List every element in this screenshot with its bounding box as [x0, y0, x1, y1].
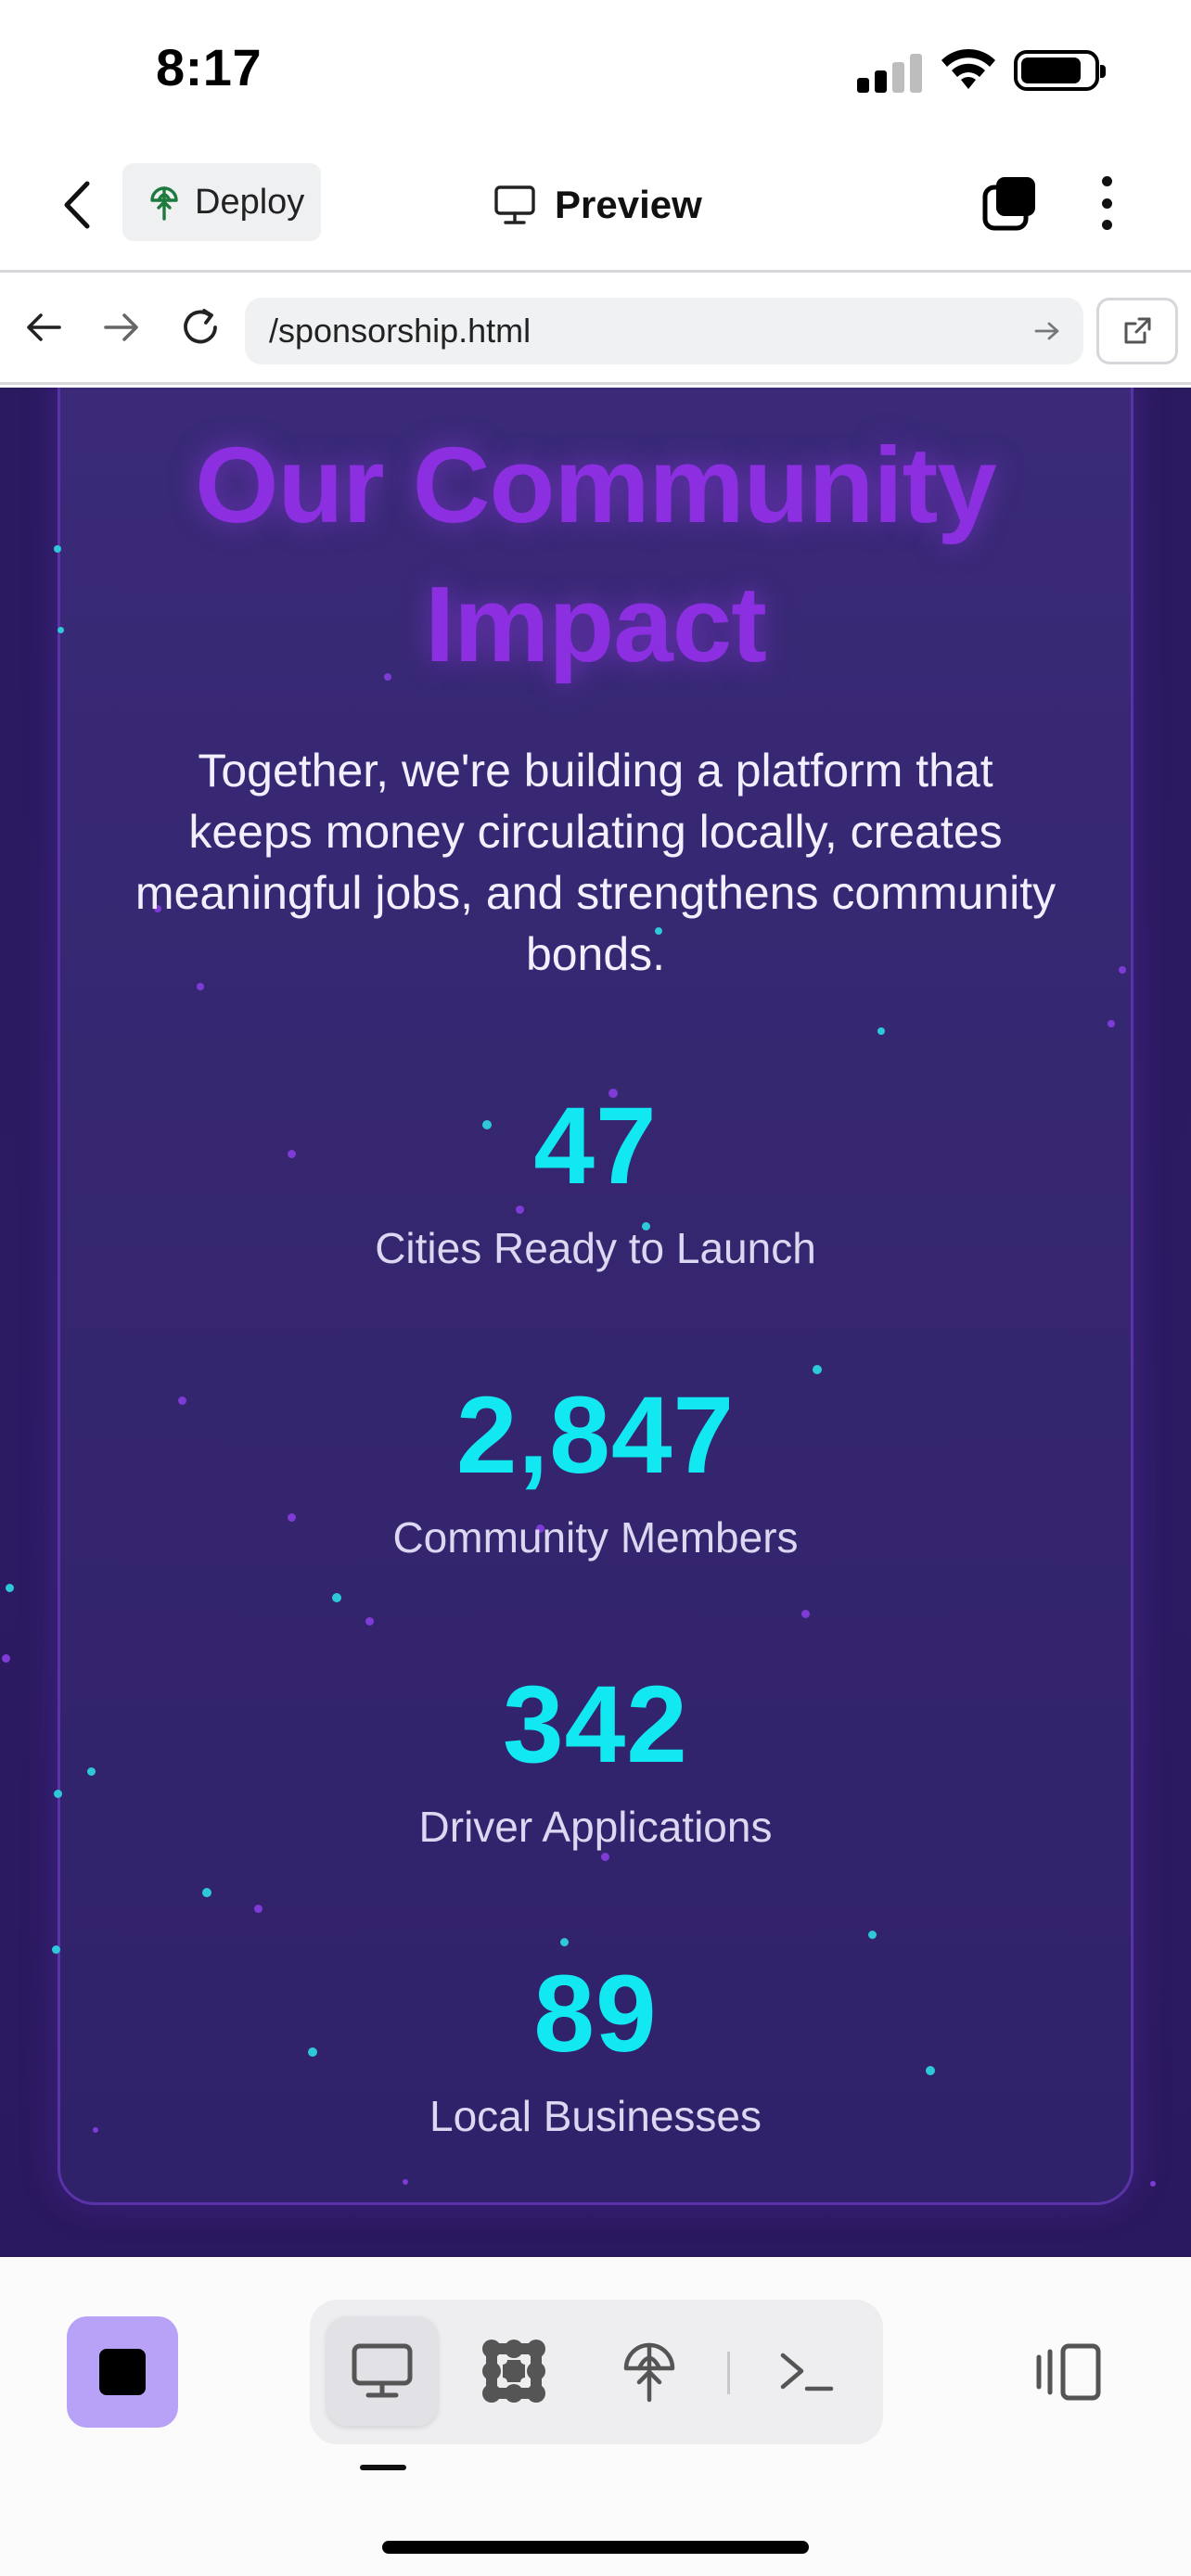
open-external-button[interactable] — [1096, 298, 1178, 364]
layout-toggle-icon[interactable] — [1033, 2342, 1104, 2402]
back-chevron-icon[interactable] — [56, 176, 102, 234]
heading-line-1: Our Community — [195, 425, 996, 545]
stat-label: Local Businesses — [429, 2092, 762, 2140]
tabs-icon[interactable] — [981, 174, 1039, 232]
stat-label: Community Members — [392, 1513, 799, 1562]
impact-heading: Our Community Impact — [0, 415, 1191, 694]
stop-icon — [99, 2349, 146, 2395]
deploy-button[interactable]: Deploy — [122, 163, 321, 241]
stat-value: 89 — [533, 1953, 658, 2075]
deploy-icon — [150, 186, 178, 221]
tab-deploy[interactable] — [594, 2316, 705, 2426]
stat-value: 47 — [533, 1085, 658, 1207]
app-header: Deploy Preview — [0, 139, 1191, 273]
deploy-icon — [623, 2342, 675, 2403]
arrow-left-icon[interactable] — [20, 303, 69, 351]
monitor-icon — [494, 185, 535, 224]
stat-members: 2,847 Community Members — [0, 1380, 1191, 1563]
stat-drivers: 342 Driver Applications — [0, 1669, 1191, 1853]
stat-label: Cities Ready to Launch — [375, 1224, 816, 1272]
external-link-icon — [1124, 317, 1151, 344]
impact-description: Together, we're building a platform that… — [134, 745, 1057, 980]
puzzle-icon — [482, 2340, 545, 2403]
monitor-icon — [352, 2343, 413, 2398]
go-arrow-icon[interactable] — [1031, 316, 1063, 346]
status-time: 8:17 — [156, 38, 263, 96]
stop-button[interactable] — [67, 2316, 178, 2428]
stat-value: 342 — [503, 1664, 688, 1786]
view-switcher — [310, 2300, 883, 2444]
more-vertical-icon[interactable] — [1095, 172, 1119, 234]
tab-preview[interactable] — [327, 2316, 438, 2426]
url-text: /sponsorship.html — [269, 312, 531, 350]
battery-icon — [1014, 50, 1106, 91]
bottom-toolbar — [0, 2259, 1191, 2576]
stat-businesses: 89 Local Businesses — [0, 1958, 1191, 2142]
heading-line-2: Impact — [425, 564, 767, 684]
stat-label: Driver Applications — [418, 1803, 773, 1851]
stat-value: 2,847 — [455, 1374, 736, 1497]
browser-bar: /sponsorship.html — [0, 275, 1191, 385]
tab-integrations[interactable] — [458, 2316, 570, 2426]
stat-cities: 47 Cities Ready to Launch — [0, 1090, 1191, 1274]
toolbar-divider — [727, 2352, 730, 2394]
status-bar: 8:17 — [0, 0, 1191, 139]
url-field[interactable]: /sponsorship.html — [245, 298, 1083, 364]
web-preview[interactable]: Our Community Impact Together, we're bui… — [0, 388, 1191, 2257]
cellular-signal-icon — [857, 54, 922, 93]
arrow-right-icon[interactable] — [96, 303, 145, 351]
tab-shell[interactable] — [751, 2316, 863, 2426]
deploy-label: Deploy — [195, 182, 305, 222]
page-title-label: Preview — [555, 183, 702, 226]
terminal-icon — [780, 2353, 834, 2391]
reload-icon[interactable] — [176, 303, 224, 351]
home-indicator — [382, 2541, 809, 2554]
page-title: Preview — [493, 176, 702, 234]
active-tab-indicator — [360, 2465, 406, 2470]
wifi-icon — [941, 48, 995, 89]
